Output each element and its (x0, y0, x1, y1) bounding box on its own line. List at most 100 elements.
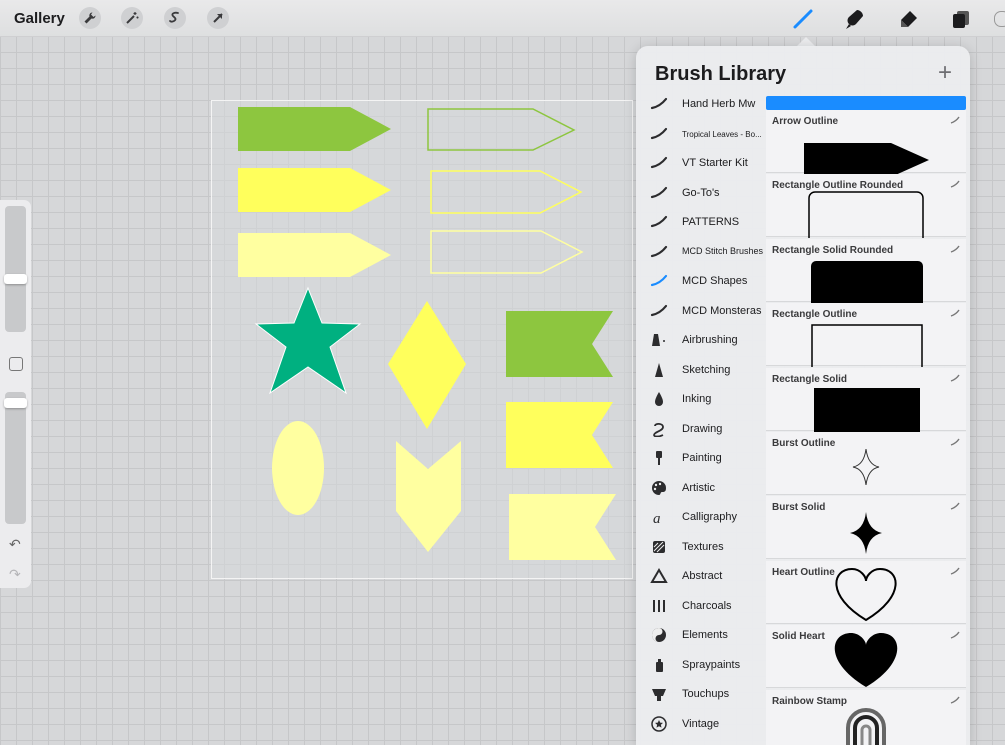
charcoal-icon (650, 598, 668, 614)
brush-set-textures[interactable]: Textures (636, 533, 766, 562)
brush-item-rectangle-outline[interactable]: Rectangle Outline (766, 303, 966, 368)
opacity-thumb[interactable] (4, 398, 27, 408)
brush-set-label: Inking (682, 393, 712, 405)
brush-set-patterns[interactable]: PATTERNS (636, 208, 766, 237)
airbrush-icon (650, 332, 668, 348)
brush-set-label: Touchups (682, 688, 730, 700)
brush-set-label: MCD Stitch Brushes (682, 245, 764, 256)
brush-name: Rectangle Solid (772, 373, 848, 385)
spray-can-icon (650, 657, 668, 673)
pressure-stroke-icon (950, 374, 960, 385)
brush-item-burst-solid[interactable]: Burst Solid (766, 496, 966, 560)
green-arrow-outline-shape (427, 108, 576, 151)
brush-set-go-to-s[interactable]: Go-To's (636, 179, 766, 208)
brush-stroke-icon (650, 155, 668, 171)
brush-item-solid-heart[interactable]: Solid Heart (766, 625, 966, 689)
brush-size-slider[interactable] (5, 206, 26, 332)
left-sidebar: ↶ ↷ (0, 200, 31, 588)
brush-set-label: Vintage (682, 717, 720, 730)
brush-set-label: Painting (682, 452, 722, 464)
brush-set-label: Spraypaints (682, 658, 741, 671)
brush-set-hand-herb-mw[interactable]: Hand Herb Mw (636, 90, 766, 119)
brush-name: Burst Outline (772, 438, 836, 449)
brush-stroke-icon (650, 244, 668, 260)
brush-item-rainbow-stamp[interactable]: Rainbow Stamp (766, 689, 966, 745)
calligraphy-a-icon: a (650, 509, 668, 527)
pencil-tip-icon (650, 362, 668, 378)
brush-set-mcd-shapes[interactable]: MCD Shapes (636, 267, 766, 296)
pressure-stroke-icon (950, 502, 960, 513)
undo-icon[interactable]: ↶ (9, 536, 21, 553)
brush-size-thumb[interactable] (4, 274, 27, 284)
brush-name: Rectangle Outline (772, 309, 858, 321)
brush-list: Arrow Outline Rectangle Outline Rounded Re… (766, 96, 966, 745)
brush-item-rectangle-solid-rounded[interactable]: Rectangle Solid Rounded (766, 238, 966, 303)
redo-icon[interactable]: ↷ (9, 566, 21, 583)
pale-yellow-arrow-outline-shape (430, 230, 584, 274)
brush-set-label: Go-To's (682, 186, 720, 199)
brush-stroke-icon (650, 96, 668, 112)
palette-icon (650, 480, 668, 496)
brush-set-tropical-leaves-bo[interactable]: Tropical Leaves - Bo... (636, 120, 766, 149)
brush-item-rectangle-outline-rounded[interactable]: Rectangle Outline Rounded (766, 174, 966, 239)
brush-set-vintage[interactable]: Vintage (636, 710, 766, 739)
brush-name: Arrow Outline (772, 116, 839, 127)
brush-set-elements[interactable]: Elements (636, 621, 766, 650)
brush-set-label: Airbrushing (682, 334, 738, 346)
brush-set-mcd-stitch-brushes[interactable]: MCD Stitch Brushes (636, 238, 766, 267)
brush-library-panel: Brush Library + Hand Herb Mw Tropical Lea… (636, 46, 970, 745)
pressure-stroke-icon (950, 309, 960, 320)
brush-set-label: Charcoals (682, 599, 732, 612)
brush-set-label: VT Starter Kit (682, 157, 748, 169)
yin-yang-icon (650, 627, 668, 643)
swirl-icon (650, 421, 668, 437)
texture-icon (650, 539, 668, 555)
brush-set-charcoals[interactable]: Charcoals (636, 592, 766, 621)
brush-set-vt-starter-kit[interactable]: VT Starter Kit (636, 149, 766, 178)
brush-set-painting[interactable]: Painting (636, 444, 766, 473)
brush-set-label: Artistic (682, 481, 715, 494)
brush-name: Heart Outline (772, 566, 835, 578)
brush-set-label: Elements (682, 629, 728, 641)
brush-stroke-icon (650, 185, 668, 201)
brush-set-sketching[interactable]: Sketching (636, 356, 766, 385)
pressure-stroke-icon (950, 116, 960, 127)
brush-set-artistic[interactable]: Artistic (636, 474, 766, 503)
brush-set-airbrushing[interactable]: Airbrushing (636, 326, 766, 355)
brush-stroke-icon (650, 273, 668, 289)
brush-set-label: Sketching (682, 363, 731, 376)
brush-name: Rainbow Stamp (772, 695, 848, 707)
brush-set-label: Drawing (682, 422, 723, 435)
star-badge-icon (650, 715, 668, 732)
pressure-stroke-icon (950, 438, 960, 449)
brush-name: Rectangle Outline Rounded (772, 180, 904, 192)
pale-yellow-arrow-shape (238, 233, 391, 277)
brush-set-touchups[interactable]: Touchups (636, 680, 766, 709)
opacity-slider[interactable] (5, 392, 26, 524)
ink-drop-icon (650, 391, 668, 407)
brush-set-label: PATTERNS (682, 216, 740, 228)
pale-yellow-ellipse-shape (272, 421, 324, 515)
brush-set-label: Tropical Leaves - Bo... (682, 129, 762, 139)
brush-item-rectangle-solid[interactable]: Rectangle Solid (766, 367, 966, 432)
pressure-stroke-icon (950, 180, 960, 191)
brush-set-label: Abstract (682, 570, 723, 582)
brush-set-mcd-monsteras[interactable]: MCD Monsteras (636, 297, 766, 326)
brush-stroke-icon (650, 126, 668, 142)
plus-icon[interactable]: + (938, 59, 952, 87)
brush-item-heart-outline[interactable]: Heart Outline (766, 560, 966, 624)
triangle-icon (650, 568, 668, 584)
paintbrush-icon (650, 450, 668, 466)
brush-set-abstract[interactable]: Abstract (636, 562, 766, 591)
brush-set-inking[interactable]: Inking (636, 385, 766, 414)
brush-set-calligraphy[interactable]: a Calligraphy (636, 503, 766, 532)
yellow-ribbon-shape (506, 402, 613, 468)
yellow-arrow-outline-shape (430, 170, 583, 214)
brush-item-arrow-outline[interactable]: Arrow Outline (766, 110, 966, 174)
brush-set-label: MCD Shapes (682, 275, 748, 287)
modify-button[interactable] (9, 357, 23, 371)
selected-brush-indicator (766, 96, 966, 110)
brush-set-drawing[interactable]: Drawing (636, 415, 766, 444)
brush-set-spraypaints[interactable]: Spraypaints (636, 651, 766, 680)
brush-item-burst-outline[interactable]: Burst Outline (766, 432, 966, 495)
